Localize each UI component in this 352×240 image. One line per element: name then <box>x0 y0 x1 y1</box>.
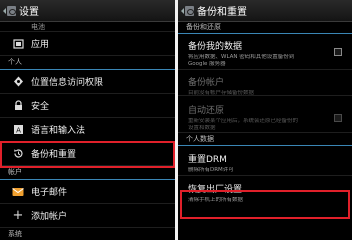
pref-reset-drm[interactable]: 重置DRM 删除所有DRM许可 <box>178 146 352 176</box>
backup-reset-action-bar: 备份和重置 <box>178 0 352 22</box>
settings-item-apps[interactable]: 应用 <box>0 32 175 56</box>
pref-backup-account[interactable]: 备份帐户 目前没有帐户存储备份数据 <box>178 70 352 96</box>
settings-item-location-label: 位置信息访问权限 <box>31 78 104 88</box>
pref-factory-reset[interactable]: 恢复出厂设置 清除手机上的所有数据 <box>178 176 352 206</box>
auto-restore-checkbox[interactable] <box>334 114 342 122</box>
backup-my-data-checkbox[interactable] <box>334 48 342 56</box>
section-header-accounts: 帐户 <box>0 166 175 180</box>
svg-text:A: A <box>16 127 21 135</box>
settings-item-language[interactable]: A 语言和输入法 <box>0 118 175 142</box>
location-icon <box>11 75 25 89</box>
add-icon: + <box>12 208 24 223</box>
settings-item-add-account-label: 添加帐户 <box>31 212 68 222</box>
pref-reset-drm-title: 重置DRM <box>188 155 227 165</box>
settings-item-security-label: 安全 <box>31 102 50 112</box>
pref-backup-my-data[interactable]: 备份我的数据 将应用数据、WLAN 密码和其他设置备份到 Google 服务器 <box>178 34 352 70</box>
pref-backup-my-data-title: 备份我的数据 <box>188 42 243 52</box>
pref-factory-reset-title: 恢复出厂设置 <box>188 185 243 195</box>
settings-app-icon[interactable] <box>3 5 16 17</box>
settings-item-battery-label: 电池 <box>31 22 45 31</box>
settings-item-add-account[interactable]: + 添加帐户 <box>0 204 175 228</box>
settings-item-security[interactable]: 安全 <box>0 94 175 118</box>
backup-reset-app-icon[interactable] <box>181 5 194 17</box>
settings-item-email-label: 电子邮件 <box>31 188 68 198</box>
backup-reset-panel: 备份和重置 备份和还原 备份我的数据 将应用数据、WLAN 密码和其他设置备份到… <box>178 0 352 240</box>
settings-item-email[interactable]: 电子邮件 <box>0 180 175 204</box>
settings-item-language-label: 语言和输入法 <box>31 126 86 136</box>
settings-item-apps-label: 应用 <box>31 40 50 50</box>
settings-panel: 设置 电池 应用 个人 位置信息访问权限 安全 A 语言和输入法 备份和重置 帐… <box>0 0 175 240</box>
language-icon: A <box>11 123 25 137</box>
pref-auto-restore-title: 自动还原 <box>188 106 225 116</box>
pref-auto-restore[interactable]: 自动还原 重新安装某个应用后，系统会还原已经备份的 设置和数据 <box>178 96 352 133</box>
settings-action-bar: 设置 <box>0 0 175 22</box>
section-header-personal-data: 个人数据 <box>178 133 352 146</box>
email-icon <box>11 185 25 199</box>
backup-restore-icon <box>11 147 25 161</box>
section-header-backup-restore: 备份和还原 <box>178 22 352 34</box>
section-header-personal: 个人 <box>0 56 175 70</box>
settings-item-backup-reset-label: 备份和重置 <box>31 150 77 160</box>
pref-backup-my-data-summary-1: 将应用数据、WLAN 密码和其他设置备份到 <box>188 54 295 60</box>
settings-item-location[interactable]: 位置信息访问权限 <box>0 70 175 94</box>
lock-icon <box>11 99 25 113</box>
pref-auto-restore-summary-2: 设置和数据 <box>188 125 216 131</box>
settings-title: 设置 <box>19 7 39 18</box>
settings-item-backup-reset[interactable]: 备份和重置 <box>0 142 175 166</box>
pref-reset-drm-summary: 删除所有DRM许可 <box>188 167 234 173</box>
pref-backup-my-data-summary-2: Google 服务器 <box>188 61 226 67</box>
section-header-system: 系统 <box>8 230 22 238</box>
backup-reset-title: 备份和重置 <box>197 7 247 18</box>
pref-factory-reset-summary: 清除手机上的所有数据 <box>188 197 244 203</box>
pref-backup-account-title: 备份帐户 <box>188 78 225 88</box>
settings-item-battery[interactable]: 电池 <box>0 22 175 32</box>
pref-auto-restore-summary-1: 重新安装某个应用后，系统会还原已经备份的 <box>188 118 299 124</box>
apps-icon <box>11 37 25 51</box>
